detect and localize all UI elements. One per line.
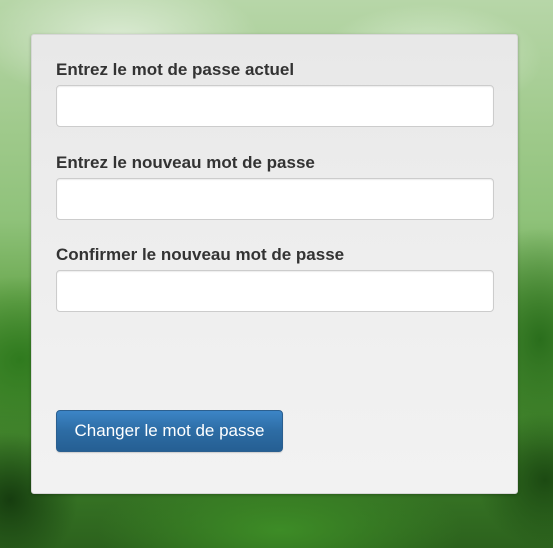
confirm-password-input[interactable] — [56, 270, 494, 312]
current-password-input[interactable] — [56, 85, 494, 127]
new-password-group: Entrez le nouveau mot de passe — [56, 153, 494, 220]
current-password-label: Entrez le mot de passe actuel — [56, 60, 295, 79]
change-password-button[interactable]: Changer le mot de passe — [56, 410, 283, 452]
new-password-input[interactable] — [56, 178, 494, 220]
change-password-panel: Entrez le mot de passe actuel Entrez le … — [31, 34, 518, 494]
current-password-group: Entrez le mot de passe actuel — [56, 60, 494, 127]
new-password-label: Entrez le nouveau mot de passe — [56, 153, 315, 172]
confirm-password-label: Confirmer le nouveau mot de passe — [56, 245, 345, 264]
confirm-password-group: Confirmer le nouveau mot de passe — [56, 245, 494, 312]
